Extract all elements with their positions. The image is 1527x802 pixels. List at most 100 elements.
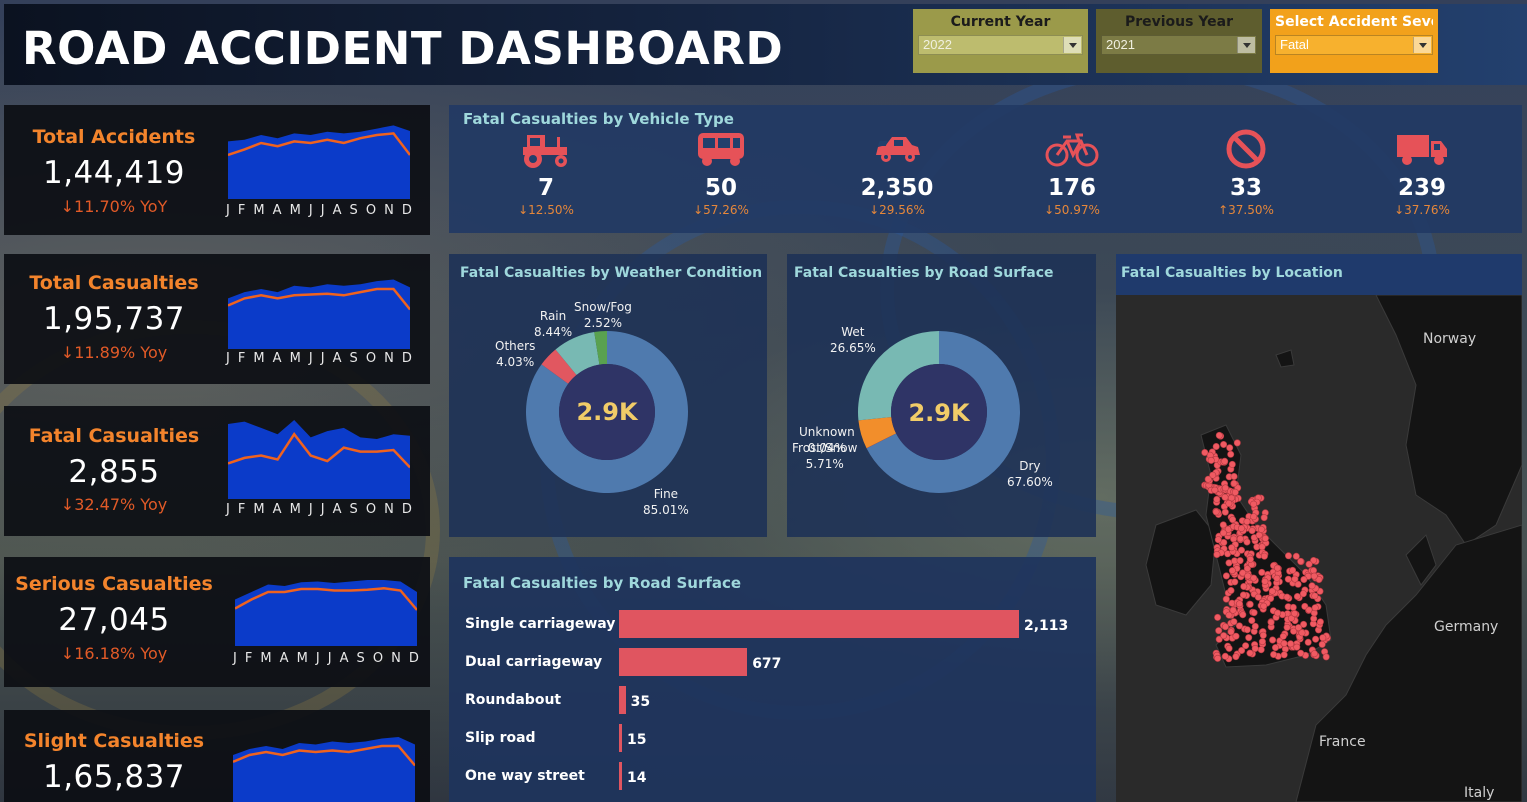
month-tick: F bbox=[237, 502, 246, 517]
vehicle-pct: ↓50.97% bbox=[1044, 203, 1100, 217]
vehicle-item: 239 ↓37.76% bbox=[1347, 129, 1497, 217]
map-point bbox=[1280, 639, 1288, 647]
month-tick: M bbox=[289, 203, 301, 218]
previous-year-select[interactable]: 2021 bbox=[1101, 35, 1257, 55]
map-point bbox=[1297, 557, 1305, 565]
chevron-down-icon[interactable] bbox=[1413, 37, 1431, 53]
donut-label-rain: Rain 8.44% bbox=[534, 309, 573, 339]
map-point bbox=[1273, 574, 1281, 582]
kpi-sparkline bbox=[228, 279, 410, 349]
bar-row: Roundabout 35 bbox=[449, 686, 1096, 716]
kpi-value: 1,44,419 bbox=[42, 155, 186, 191]
map-point bbox=[1243, 538, 1251, 546]
month-tick: J bbox=[308, 351, 313, 366]
vehicle-type-panel: Fatal Casualties by Vehicle Type 7 ↓12.5… bbox=[449, 105, 1522, 233]
map-point bbox=[1245, 634, 1253, 642]
donut-label-wet: Wet 26.65% bbox=[830, 325, 876, 355]
map-point bbox=[1238, 546, 1246, 554]
vehicle-value: 7 bbox=[537, 175, 554, 201]
bar-category: One way street bbox=[465, 768, 585, 784]
map-point bbox=[1251, 622, 1259, 630]
map-point bbox=[1236, 600, 1244, 608]
map-point bbox=[1226, 444, 1234, 452]
map-point bbox=[1232, 632, 1240, 640]
map-landmass bbox=[1275, 349, 1295, 368]
month-tick: N bbox=[384, 203, 394, 218]
map-point bbox=[1214, 613, 1222, 621]
panel-title: Fatal Casualties by Location bbox=[1121, 265, 1343, 281]
month-axis: JFMAMJJASOND bbox=[226, 203, 412, 218]
donut-label-fine: Fine 85.01% bbox=[643, 487, 689, 517]
map-point bbox=[1235, 622, 1243, 630]
month-tick: D bbox=[401, 502, 412, 517]
severity-select[interactable]: Fatal bbox=[1275, 35, 1433, 55]
car-icon bbox=[822, 129, 972, 169]
map-point bbox=[1246, 600, 1254, 608]
map-point bbox=[1284, 575, 1292, 583]
map-point bbox=[1297, 649, 1305, 657]
filter-value: 2022 bbox=[923, 37, 952, 52]
kpi-value: 2,855 bbox=[68, 454, 160, 490]
map-point bbox=[1250, 513, 1258, 521]
map-point bbox=[1292, 552, 1300, 560]
map-point bbox=[1274, 564, 1282, 572]
weather-donut-chart bbox=[526, 331, 688, 493]
vehicle-item: 176 ↓50.97% bbox=[997, 129, 1147, 217]
map-point bbox=[1212, 508, 1220, 516]
location-map[interactable]: Norway Germany France Italy bbox=[1116, 295, 1522, 802]
bar-category: Roundabout bbox=[465, 692, 562, 708]
chevron-down-icon[interactable] bbox=[1237, 37, 1255, 53]
vehicle-pct: ↓29.56% bbox=[869, 203, 925, 217]
month-tick: S bbox=[356, 651, 365, 666]
month-tick: S bbox=[349, 351, 358, 366]
map-point bbox=[1251, 644, 1259, 652]
vehicle-item: 2,350 ↓29.56% bbox=[822, 129, 972, 217]
map-point bbox=[1236, 535, 1244, 543]
map-point bbox=[1231, 578, 1239, 586]
map-point bbox=[1221, 484, 1229, 492]
kpi-label: Total Accidents bbox=[32, 126, 196, 148]
map-point bbox=[1316, 618, 1324, 626]
month-tick: O bbox=[365, 351, 377, 366]
month-tick: A bbox=[339, 651, 349, 666]
map-point bbox=[1254, 593, 1262, 601]
previous-year-filter[interactable]: Previous Year 2021 bbox=[1096, 9, 1262, 73]
severity-filter[interactable]: Select Accident Severi.. Fatal bbox=[1270, 9, 1438, 73]
map-point bbox=[1310, 615, 1318, 623]
page-title: ROAD ACCIDENT DASHBOARD bbox=[22, 22, 784, 75]
bar-value-label: 2,113 bbox=[1024, 618, 1069, 634]
month-tick: M bbox=[289, 502, 301, 517]
map-point bbox=[1248, 527, 1256, 535]
map-point bbox=[1250, 500, 1258, 508]
map-point bbox=[1244, 572, 1252, 580]
vehicle-pct: ↓37.76% bbox=[1394, 203, 1450, 217]
map-point bbox=[1243, 518, 1251, 526]
vehicle-item: 33 ↑37.50% bbox=[1171, 129, 1321, 217]
month-tick: D bbox=[401, 203, 412, 218]
month-axis: JFMAMJJASOND bbox=[233, 651, 419, 666]
bar-mark bbox=[619, 724, 622, 752]
bar-category: Slip road bbox=[465, 730, 536, 746]
chevron-down-icon[interactable] bbox=[1063, 37, 1081, 53]
vehicle-value: 50 bbox=[704, 175, 737, 201]
kpi-sparkline bbox=[235, 580, 417, 646]
month-tick: F bbox=[237, 351, 246, 366]
filter-label: Current Year bbox=[950, 14, 1051, 30]
bar-mark bbox=[619, 648, 748, 676]
panel-title: Fatal Casualties by Vehicle Type bbox=[463, 110, 734, 128]
map-landmass bbox=[1145, 509, 1217, 616]
kpi-label: Serious Casualties bbox=[15, 573, 213, 595]
current-year-select[interactable]: 2022 bbox=[918, 35, 1083, 55]
map-point bbox=[1258, 568, 1266, 576]
map-point bbox=[1260, 602, 1268, 610]
bar-row: Slip road 15 bbox=[449, 724, 1096, 754]
map-point bbox=[1213, 495, 1221, 503]
map-point bbox=[1246, 649, 1254, 657]
current-year-filter[interactable]: Current Year 2022 bbox=[913, 9, 1088, 73]
map-point bbox=[1319, 634, 1327, 642]
vehicle-item: 7 ↓12.50% bbox=[471, 129, 621, 217]
map-point bbox=[1291, 609, 1299, 617]
bar-mark bbox=[619, 762, 622, 790]
filter-value: Fatal bbox=[1280, 37, 1309, 52]
bus-icon bbox=[646, 129, 796, 169]
